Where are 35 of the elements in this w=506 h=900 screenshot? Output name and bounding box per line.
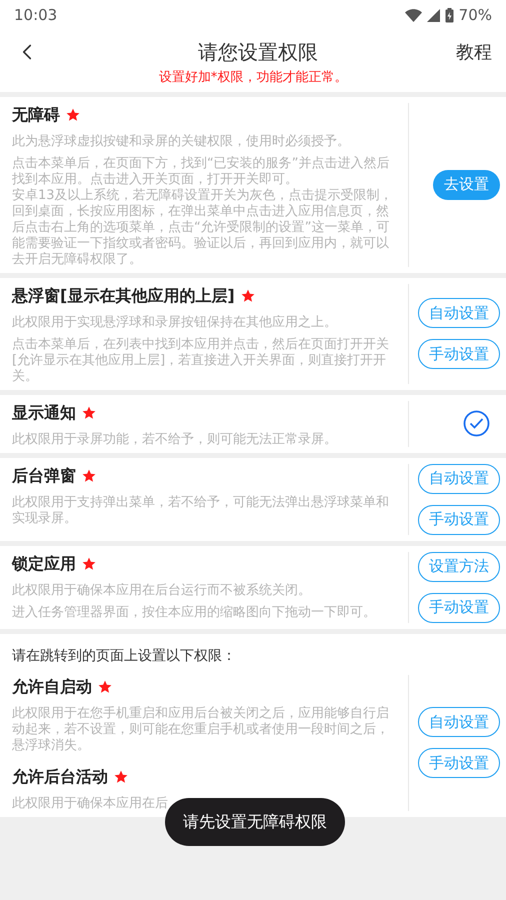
permission-description: 进入任务管理器界面，按住本应用的缩略图向下拖动一下即可。 [12, 604, 377, 620]
permission-description: 点击本菜单后，在列表中找到本应用并点击，然后在页面打开开关[允许显示在其他应用上层]，若直接进入开关界面，则直接打开开关。 [12, 336, 390, 384]
permission-description: 安卓13及以上系统，若无障碍设置开关为灰色，点击提示受限制，回到桌面，长按应用图标，在弹出菜单中点击进入应用信息页，然后点击右上角的选项菜单，点击“允许受限制的设置”这一菜单，可能需要验证一下指纹或者密码。验证以后，再回到应用内，就可以去开启无障碍权限了。 [12, 188, 394, 268]
permission-title: 锁定应用 [12, 552, 76, 574]
permission-description: 此权限用于支持弹出菜单，若不给予，可能无法弹出悬浮球菜单和实现录屏。 [12, 494, 390, 526]
setup-button[interactable]: 自动设置 [418, 464, 500, 494]
setup-button[interactable]: 手动设置 [418, 748, 500, 778]
setup-button[interactable]: 去设置 [433, 170, 500, 200]
permission-title: 允许自启动 [12, 676, 92, 698]
page-title: 请您设置权限 [197, 39, 318, 66]
setup-button[interactable]: 设置方法 [418, 552, 500, 582]
setup-button[interactable]: 自动设置 [418, 298, 500, 328]
status-time: 10:03 [14, 4, 58, 26]
setup-button[interactable]: 自动设置 [418, 707, 500, 737]
permission-title: 后台弹窗 [12, 464, 76, 486]
notice-text: 设置好加*权限，功能才能正常。 [158, 69, 348, 87]
wifi-icon [404, 8, 422, 22]
permission-description: 此权限用于实现悬浮球和录屏按钮保持在其他应用之上。 [12, 314, 338, 330]
permission-title: 无障碍 [12, 104, 60, 126]
battery-icon [444, 8, 454, 22]
permission-description: 此为悬浮球虚拟按键和录屏的关键权限，使用时必须授予。 [12, 134, 351, 150]
permission-title: 显示通知 [12, 402, 76, 424]
tutorial-link[interactable]: 教程 [456, 38, 492, 66]
setup-button[interactable]: 手动设置 [418, 504, 500, 534]
permission-description: 此权限用于录屏功能，若不给予，则可能无法正常录屏。 [12, 432, 338, 448]
battery-level: 70% [458, 4, 492, 26]
setup-button[interactable]: 手动设置 [418, 339, 500, 369]
signal-icon [426, 8, 440, 22]
intro-text: 请在跳转到的页面上设置以下权限： [11, 646, 237, 666]
setup-button[interactable]: 手动设置 [418, 592, 500, 622]
permission-description: 点击本菜单后，在页面下方，找到“已安装的服务”并点击进入然后找到本应用。点击进入开关页面，打开开关即可。 [12, 156, 390, 188]
permission-description: 此权限用于在您手机重启和应用后台被关闭之后，应用能够自行启动起来，若不设置，则可能在您重启手机或者使用一段时间之后，悬浮球消失。 [12, 706, 390, 754]
permission-description: 此权限用于确保本应用在后台运行而不被系统关闭。 [12, 582, 312, 598]
permission-title: 允许后台活动 [12, 766, 108, 788]
permission-title: 悬浮窗[显示在其他应用的上层] [12, 284, 235, 306]
